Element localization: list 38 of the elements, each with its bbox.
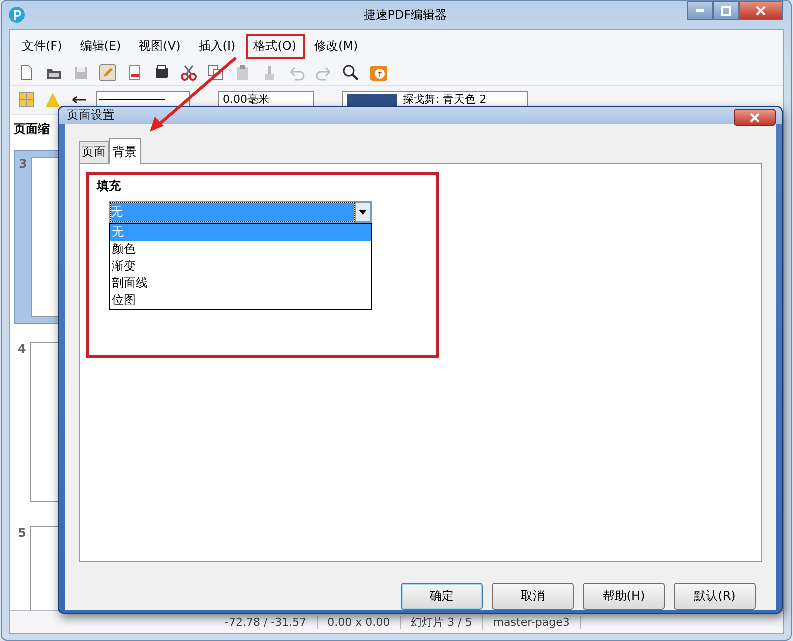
menu-item[interactable]: 修改(M) (306, 34, 366, 59)
zoom-icon[interactable] (342, 64, 360, 82)
close-button[interactable] (739, 1, 783, 20)
edit-icon[interactable] (99, 64, 117, 82)
window-title: 捷速PDF编辑器 (364, 6, 448, 24)
dialog-title: 页面设置 (67, 107, 115, 124)
dropdown-option[interactable]: 位图 (110, 292, 371, 309)
dialog-button[interactable]: 确定 (401, 583, 483, 610)
coin-icon[interactable] (369, 64, 387, 82)
status-text: master-page3 (483, 616, 581, 628)
menu-item[interactable]: 文件(F) (14, 34, 70, 59)
close-icon (749, 112, 761, 122)
grid-icon[interactable] (18, 91, 36, 109)
status-text: 0.00 x 0.00 (318, 616, 402, 628)
dialog-button[interactable]: 默认(R) (674, 583, 756, 610)
scissors-icon[interactable] (180, 64, 198, 82)
dialog-button[interactable]: 取消 (492, 583, 574, 610)
menu-item[interactable]: 格式(O) (246, 34, 305, 59)
copy-icon[interactable] (207, 64, 225, 82)
minimize-button[interactable] (687, 1, 713, 20)
section-title: 填充 (97, 178, 122, 195)
dropdown-option[interactable]: 颜色 (110, 241, 371, 258)
menu-item[interactable]: 视图(V) (131, 34, 189, 59)
menu-item[interactable]: 编辑(E) (72, 34, 130, 59)
menu-item[interactable]: 插入(I) (190, 34, 244, 59)
maximize-icon (721, 6, 731, 16)
app-icon (8, 6, 26, 24)
close-button[interactable] (734, 109, 776, 126)
panel-title: 页面缩 (14, 121, 50, 138)
dialog-button[interactable]: 帮助(H) (583, 583, 665, 610)
maximize-button[interactable] (713, 1, 739, 20)
dropdown-option[interactable]: 渐变 (110, 258, 371, 275)
minimize-icon (696, 9, 704, 12)
tab[interactable]: 背景 (109, 138, 141, 164)
tab[interactable]: 页面 (79, 141, 109, 163)
status-text: -72.78 / -31.57 (215, 616, 318, 628)
close-icon (756, 6, 766, 16)
dropdown-option[interactable]: 剖面线 (110, 275, 371, 292)
